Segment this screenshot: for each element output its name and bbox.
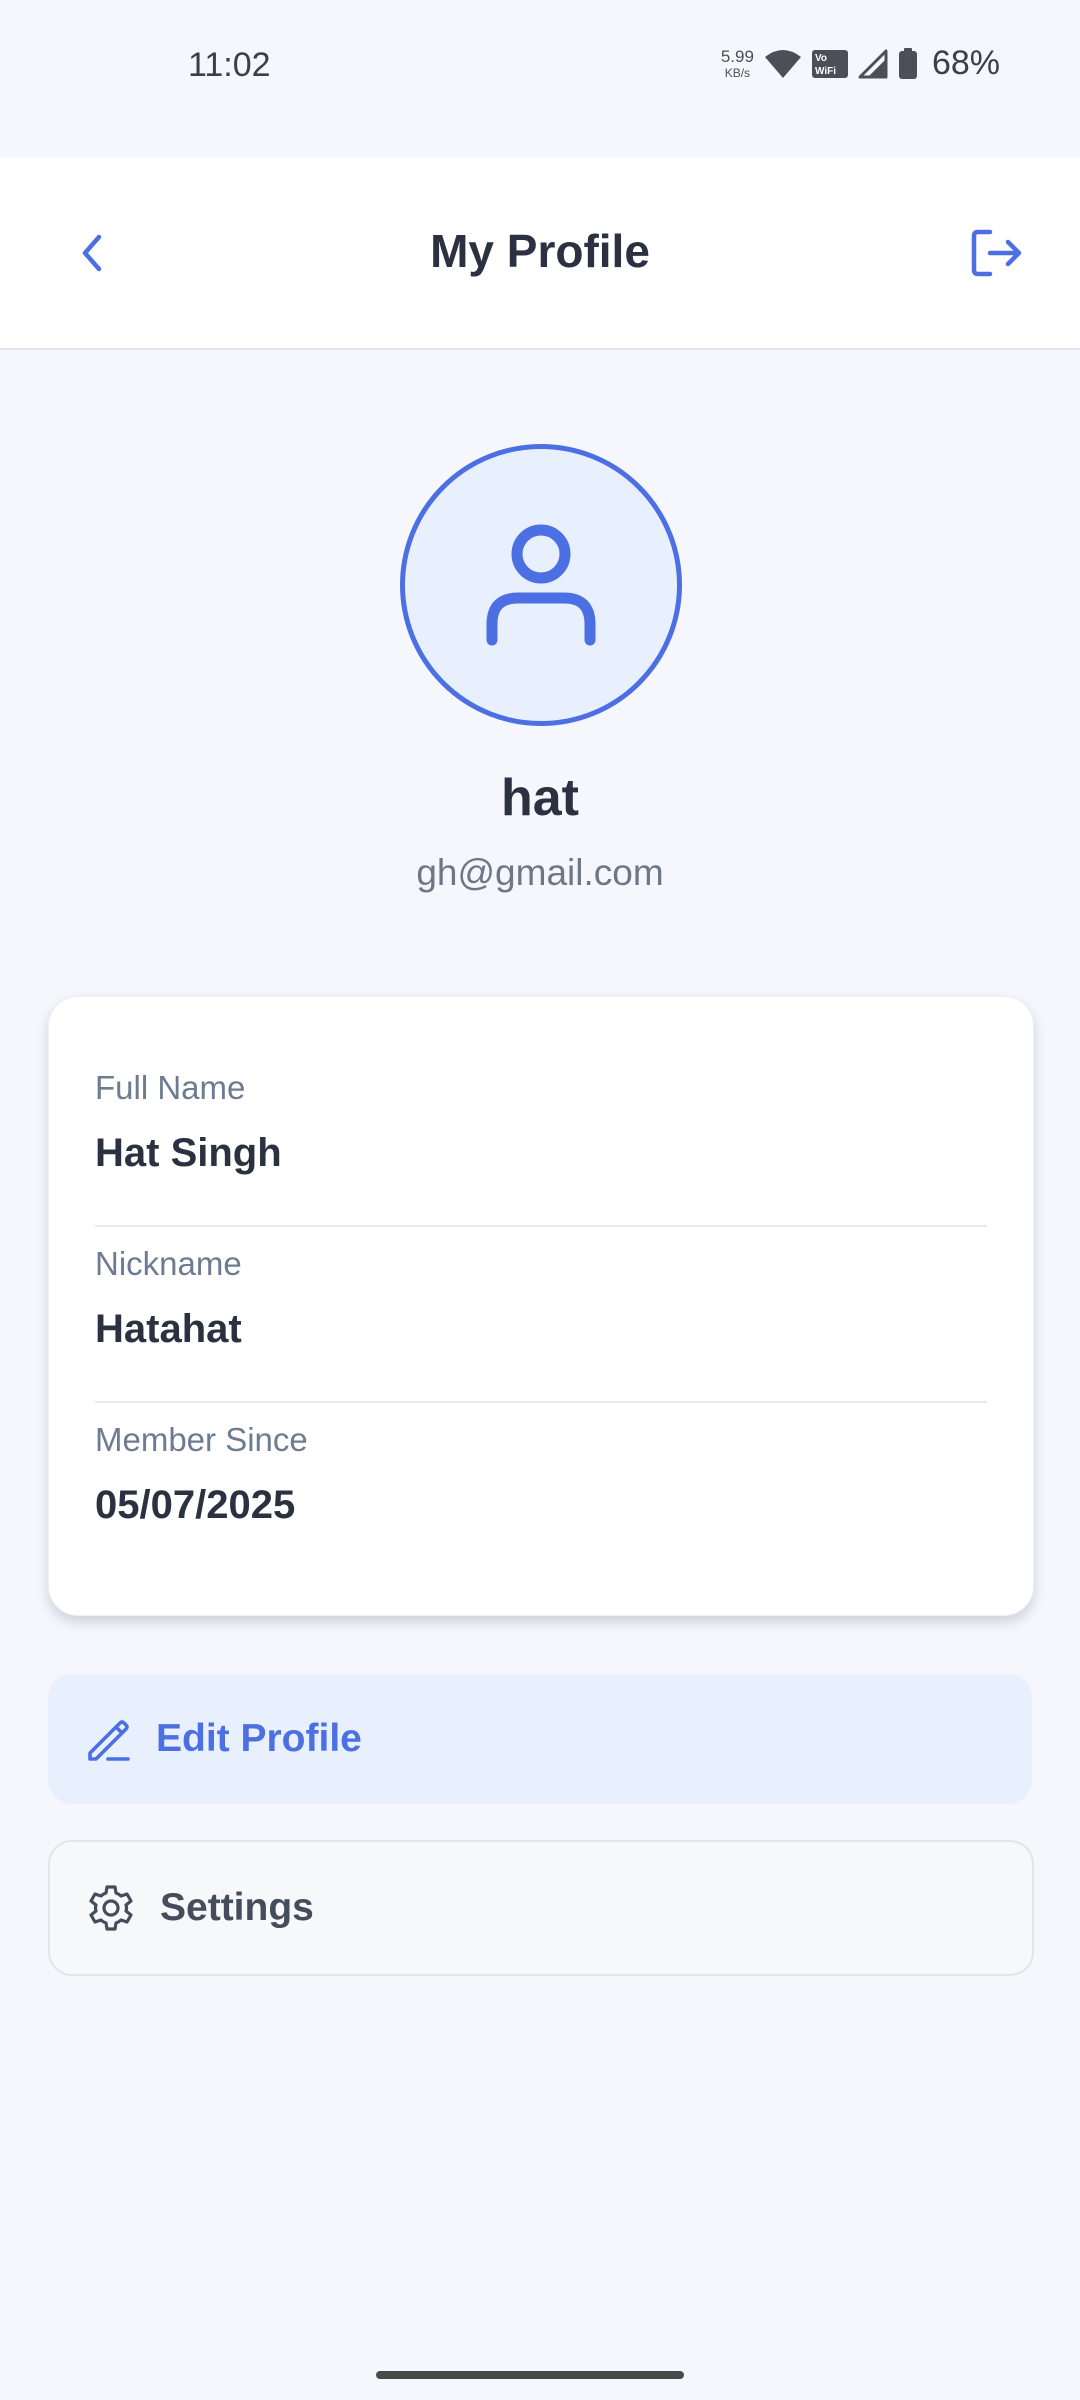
member-since-value: 05/07/2025 (95, 1483, 296, 1527)
info-row-nickname: Nickname Hatahat (95, 1225, 987, 1403)
battery-icon (898, 47, 918, 80)
page-title: My Profile (430, 225, 650, 277)
battery-percent: 68% (931, 44, 1000, 82)
logout-icon (971, 229, 1022, 277)
network-speed-value: 5.99 (720, 47, 754, 66)
avatar[interactable] (400, 444, 682, 726)
profile-info-card: Full Name Hat Singh Nickname Hatahat Mem… (48, 996, 1034, 1616)
network-speed-unit: KB/s (724, 66, 751, 80)
signal-icon (858, 49, 888, 79)
logout-button[interactable] (962, 218, 1032, 288)
status-bar: 11:02 5.99 KB/s Vo WiFi 68% (0, 0, 1080, 158)
edit-profile-label: Edit Profile (156, 1717, 362, 1760)
pencil-icon (88, 1720, 130, 1761)
network-speed: 5.99 KB/s (721, 48, 754, 79)
home-indicator[interactable] (376, 2371, 684, 2379)
user-icon (486, 524, 596, 646)
status-time: 11:02 (188, 46, 271, 84)
full-name-value: Hat Singh (95, 1131, 282, 1175)
wifi-icon (764, 49, 802, 79)
status-icons: 5.99 KB/s Vo WiFi 68% (721, 44, 1000, 83)
profile-email: gh@gmail.com (416, 852, 664, 893)
profile-name: hat (501, 769, 579, 827)
settings-button[interactable]: Settings (48, 1840, 1034, 1976)
gear-icon (89, 1885, 133, 1931)
vowifi-icon: Vo WiFi (811, 49, 848, 79)
settings-label: Settings (160, 1886, 314, 1929)
nickname-label: Nickname (95, 1245, 242, 1282)
edit-profile-button[interactable]: Edit Profile (48, 1674, 1032, 1804)
nickname-value: Hatahat (95, 1307, 242, 1351)
full-name-label: Full Name (95, 1069, 246, 1106)
svg-text:Vo: Vo (815, 53, 827, 64)
svg-text:WiFi: WiFi (815, 66, 836, 77)
member-since-label: Member Since (95, 1421, 308, 1458)
app-bar: My Profile (0, 158, 1080, 350)
info-row-full-name: Full Name Hat Singh (95, 1049, 987, 1227)
info-row-member-since: Member Since 05/07/2025 (95, 1401, 987, 1577)
